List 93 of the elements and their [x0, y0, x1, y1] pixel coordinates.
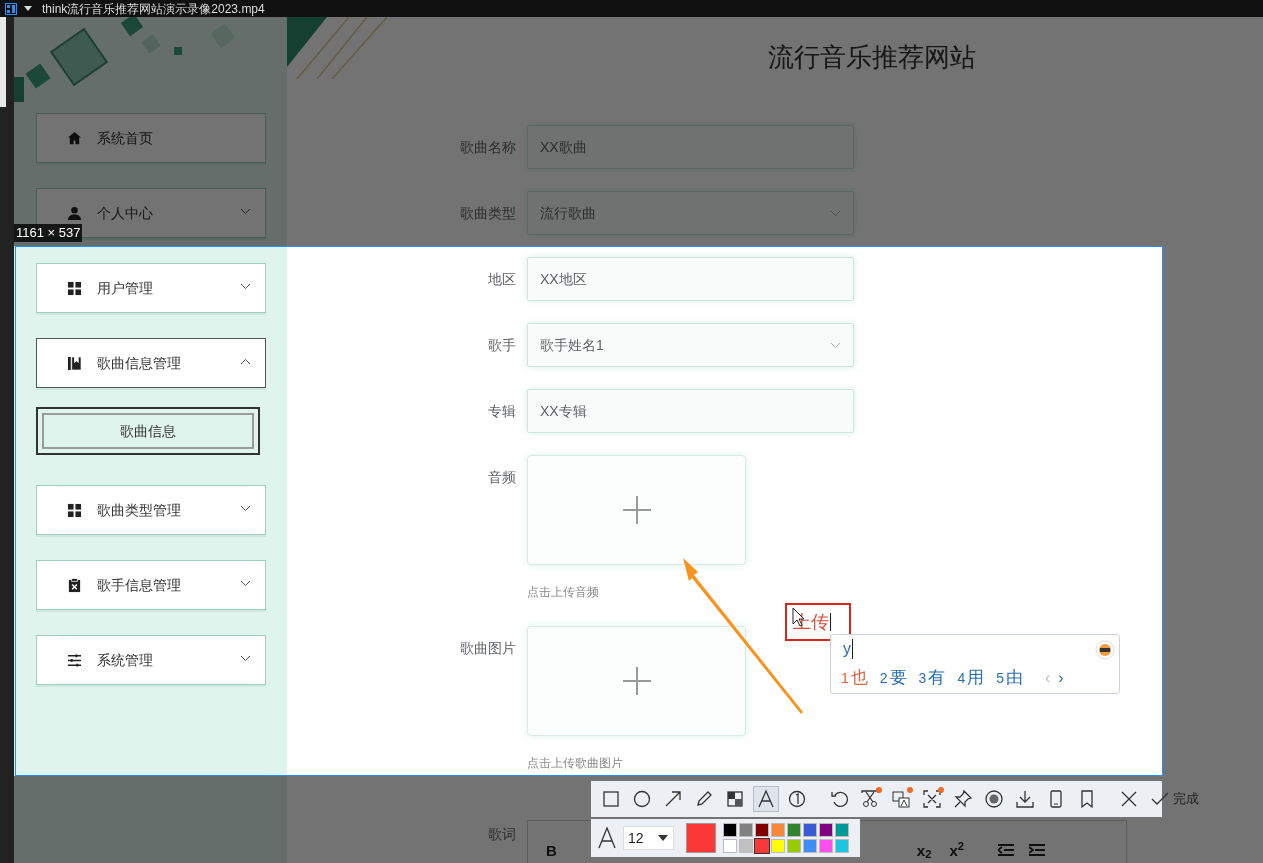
sidebar-item[interactable]: 歌曲类型管理 — [36, 485, 266, 535]
undo-icon — [829, 789, 849, 809]
sidebar-item[interactable]: 用户管理 — [36, 263, 266, 313]
text-icon — [756, 789, 776, 809]
editor-tool-button[interactable]: x$^{2}$ — [949, 842, 965, 858]
color-swatch[interactable] — [803, 823, 817, 837]
clipboard-icon — [67, 577, 82, 593]
color-swatch[interactable] — [739, 823, 753, 837]
number-icon — [787, 789, 807, 809]
color-swatch[interactable] — [771, 823, 785, 837]
tool-button[interactable] — [753, 786, 779, 812]
plus-icon — [621, 666, 652, 696]
rectangle-icon — [601, 789, 621, 809]
color-swatch[interactable] — [787, 839, 801, 853]
sliders-icon — [67, 652, 82, 668]
color-swatch[interactable] — [803, 839, 817, 853]
chevron-down-icon[interactable] — [240, 505, 251, 512]
field-label: 歌曲类型 — [459, 203, 517, 223]
input-field[interactable]: XX地区 — [527, 257, 854, 301]
close-icon — [1119, 789, 1139, 809]
ime-candidate[interactable]: 1 也 — [841, 665, 868, 691]
plus-icon — [621, 495, 652, 525]
record-icon — [984, 789, 1004, 809]
input-field[interactable]: XX专辑 — [527, 389, 854, 433]
field-label: 音频 — [487, 468, 517, 487]
field-label: 专辑 — [487, 401, 517, 421]
select-field[interactable]: 流行歌曲 — [527, 191, 854, 235]
download-icon — [1015, 789, 1035, 809]
ime-candidate[interactable]: 3有 — [918, 665, 946, 691]
mosaic-icon — [725, 789, 745, 809]
ime-candidate[interactable]: 2 要 — [879, 665, 907, 691]
color-swatch[interactable] — [835, 839, 849, 853]
ime-logo-icon — [1095, 640, 1115, 660]
font-size-icon — [597, 827, 617, 849]
chevron-down-icon[interactable] — [240, 283, 251, 290]
site-title: 流行音乐推荐网站 — [768, 41, 976, 74]
ime-candidate[interactable]: 5 由 — [996, 665, 1023, 691]
upload-hint: 点击上传歌曲图片 — [527, 756, 624, 770]
select-field[interactable]: 歌手姓名1 — [527, 323, 854, 367]
ime-next-button[interactable]: › — [1058, 665, 1064, 690]
caret-icon[interactable] — [24, 6, 32, 11]
chevron-down-icon[interactable] — [240, 655, 251, 662]
input-field[interactable]: XX歌曲 — [527, 125, 854, 169]
color-swatch[interactable] — [723, 823, 737, 837]
arrow-icon — [663, 789, 683, 809]
editor-tool-button[interactable]: B — [546, 842, 557, 858]
field-label: 歌曲名称 — [459, 137, 517, 157]
outdent-icon[interactable] — [998, 844, 1015, 856]
scan-icon — [922, 789, 942, 809]
home-icon — [67, 130, 82, 146]
color-swatch[interactable] — [755, 823, 769, 837]
field-label: 歌词 — [487, 825, 517, 844]
color-swatch[interactable] — [835, 823, 849, 837]
film-icon[interactable] — [5, 2, 17, 15]
sidebar-item[interactable]: 歌曲信息管理 — [36, 338, 266, 388]
pencil-icon — [694, 789, 714, 809]
scissors-icon — [860, 789, 880, 809]
field-label: 歌手 — [487, 335, 517, 355]
sidebar-item[interactable]: 系统管理 — [36, 635, 266, 685]
color-swatch[interactable] — [787, 823, 801, 837]
font-size-select[interactable]: 12 — [623, 826, 674, 850]
chevron-down-icon[interactable] — [240, 580, 251, 587]
book-icon — [67, 355, 82, 371]
caret-icon — [658, 835, 668, 841]
grid-icon — [67, 280, 82, 296]
editor-tool-button[interactable]: x$_{2}$ — [916, 842, 932, 858]
current-color-swatch[interactable] — [686, 823, 716, 853]
translate-icon — [891, 789, 911, 809]
size-label: 1161 × 537 — [14, 224, 83, 242]
chevron-down-icon[interactable] — [240, 208, 251, 215]
chevron-up-icon[interactable] — [240, 358, 251, 365]
color-swatch[interactable] — [819, 839, 833, 853]
color-swatch[interactable] — [739, 839, 753, 853]
field-label: 歌曲图片 — [459, 639, 517, 658]
video-title: think流行音乐推荐网站演示录像2023.mp4 — [42, 2, 265, 15]
pin-icon — [953, 789, 973, 809]
color-swatch[interactable] — [819, 823, 833, 837]
field-label: 地区 — [487, 269, 517, 289]
ime-candidate[interactable]: 4用 — [957, 665, 985, 691]
circle-icon — [632, 789, 652, 809]
upload-hint: 点击上传音频 — [527, 585, 600, 599]
indent-icon[interactable] — [1029, 844, 1046, 856]
grid-icon — [67, 502, 82, 518]
chevron-down-icon — [830, 210, 841, 217]
sidebar-item[interactable]: 系统首页 — [36, 113, 266, 163]
submenu-item[interactable]: 歌曲信息 — [36, 407, 260, 455]
color-swatch[interactable] — [771, 839, 785, 853]
color-swatch[interactable] — [723, 839, 737, 853]
done-button[interactable]: 完成 — [1147, 786, 1202, 812]
color-swatch[interactable] — [755, 839, 769, 853]
sidebar-item[interactable]: 歌手信息管理 — [36, 560, 266, 610]
chevron-down-icon — [830, 342, 841, 349]
user-icon — [67, 205, 82, 221]
